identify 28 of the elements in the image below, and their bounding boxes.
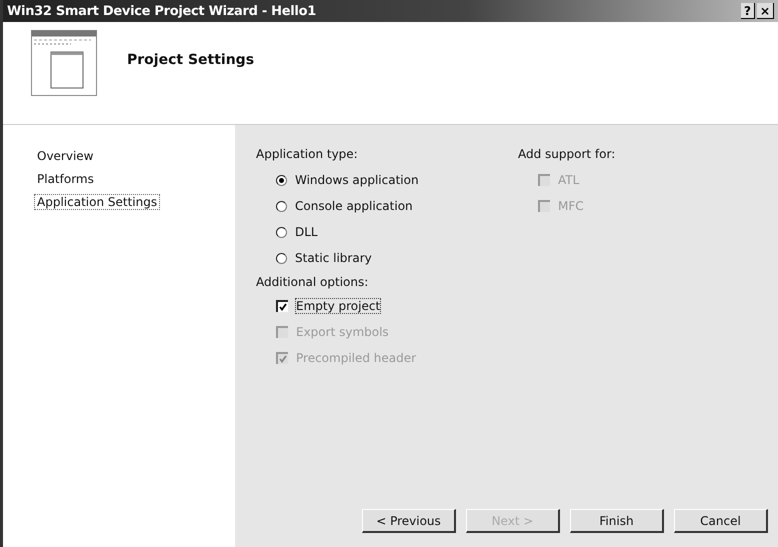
option-label: Static library <box>295 251 372 265</box>
group-label: Add support for: <box>518 147 616 161</box>
close-button[interactable]: × <box>756 3 774 19</box>
option-label: Windows application <box>295 173 419 187</box>
option-label: ATL <box>558 173 580 187</box>
wizard-button[interactable]: Finish <box>570 509 664 533</box>
radio-button[interactable] <box>276 226 287 238</box>
sidebar-item[interactable]: Application Settings <box>35 195 160 209</box>
window-title: Win32 Smart Device Project Wizard - Hello1 <box>7 4 316 18</box>
sidebar-item[interactable]: Platforms <box>37 172 94 186</box>
option-label: MFC <box>558 199 584 213</box>
option-label: Empty project <box>296 299 380 313</box>
radio-button[interactable] <box>276 174 287 186</box>
wizard-button[interactable]: < Previous <box>362 509 456 533</box>
page-title: Project Settings <box>127 52 254 68</box>
radio-button[interactable] <box>276 200 287 212</box>
help-button[interactable]: ? <box>740 3 755 19</box>
window-thumbnail-icon <box>31 30 97 96</box>
option-label: Console application <box>295 199 413 213</box>
wizard-button[interactable]: Cancel <box>674 509 768 533</box>
group-label: Application type: <box>256 147 358 161</box>
option-label: Export symbols <box>296 325 389 339</box>
checkbox[interactable] <box>276 300 288 312</box>
option-label: DLL <box>295 225 318 239</box>
sidebar-item[interactable]: Overview <box>37 149 94 163</box>
group-label: Additional options: <box>256 275 368 289</box>
radio-button[interactable] <box>276 252 287 264</box>
option-label: Precompiled header <box>296 351 416 365</box>
